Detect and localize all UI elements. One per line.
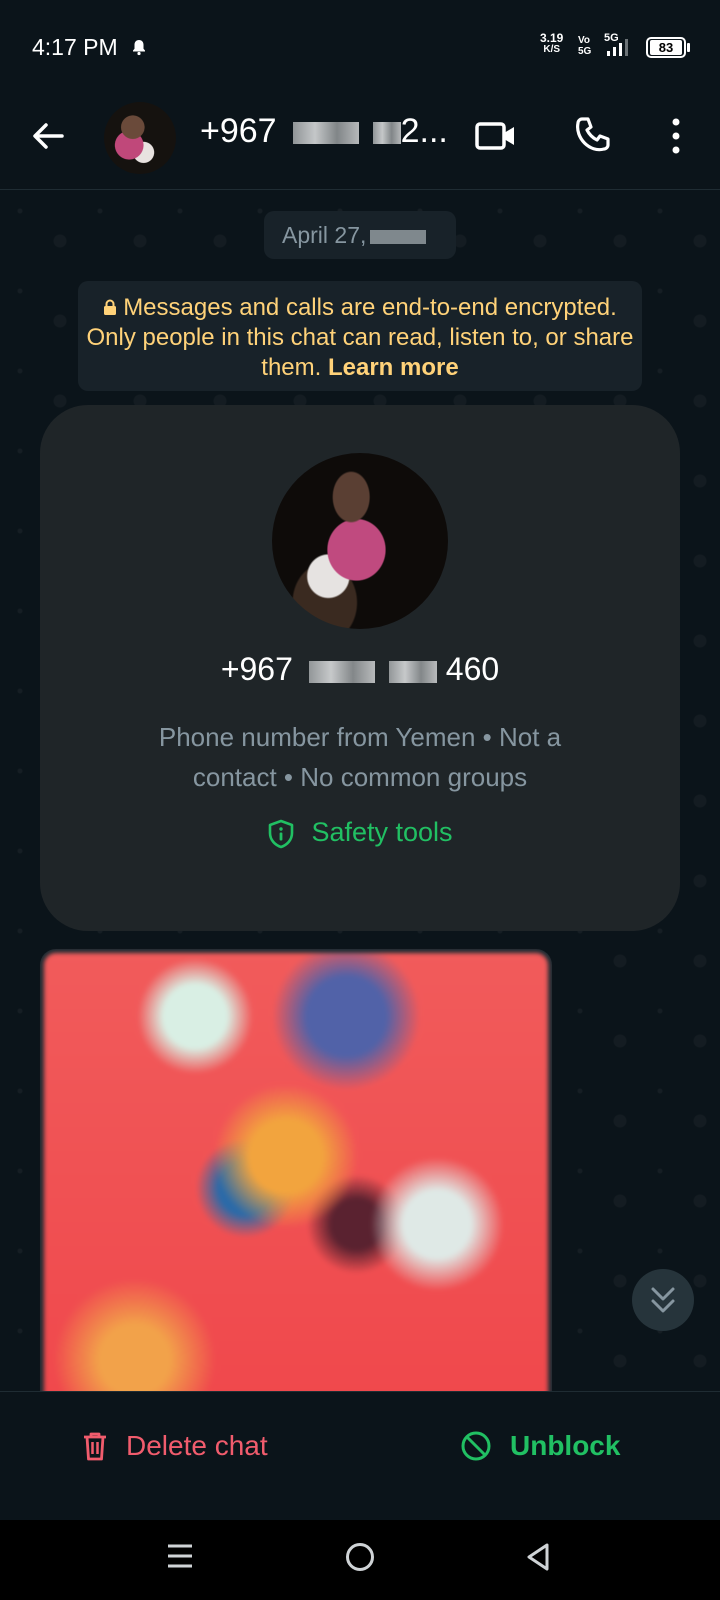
date-divider: April 27, xyxy=(264,211,456,259)
image-message[interactable] xyxy=(40,949,552,1391)
notification-bell-icon xyxy=(133,40,145,56)
redacted-number xyxy=(308,660,375,683)
lock-icon xyxy=(104,299,117,315)
blurred-image[interactable] xyxy=(44,953,548,1391)
double-chevron-down-icon xyxy=(651,1287,675,1313)
contact-title[interactable]: +967 2... xyxy=(200,112,448,151)
more-vert-icon[interactable] xyxy=(664,114,688,158)
volte-indicator: Vo 5G xyxy=(578,35,591,57)
volte-bottom: 5G xyxy=(578,46,592,57)
status-bar: 4:17 PM 3.19 K/S Vo 5G 5G 83 xyxy=(0,0,720,90)
unblock-button[interactable]: Unblock xyxy=(460,1430,620,1462)
nav-back-icon[interactable] xyxy=(525,1542,551,1572)
encryption-notice[interactable]: Messages and calls are end-to-end encryp… xyxy=(78,281,642,391)
video-call-icon[interactable] xyxy=(474,116,518,156)
unblock-label: Unblock xyxy=(510,1430,621,1461)
chat-area[interactable]: April 27, Messages and calls are end-to-… xyxy=(0,191,720,1391)
redacted-number xyxy=(292,122,359,145)
redacted-number xyxy=(372,122,401,145)
contact-number-suffix: 2... xyxy=(400,112,448,150)
redacted-number xyxy=(388,660,437,683)
delete-chat-label: Delete chat xyxy=(126,1430,268,1461)
learn-more-link[interactable]: Learn more xyxy=(328,354,459,381)
contact-number-prefix: +967 xyxy=(200,112,277,150)
delete-chat-button[interactable]: Delete chat xyxy=(82,1430,268,1462)
phone-icon[interactable] xyxy=(572,114,614,156)
profile-photo[interactable] xyxy=(272,453,448,629)
battery-cap xyxy=(687,43,690,52)
profile-number: +967 460 xyxy=(40,651,680,688)
status-time: 4:17 PM xyxy=(32,34,118,60)
safety-tools-button[interactable]: Safety tools xyxy=(40,817,680,849)
back-arrow-icon[interactable] xyxy=(28,116,68,156)
scroll-to-bottom-button[interactable] xyxy=(632,1269,694,1331)
signal-strength-icon xyxy=(607,39,628,56)
system-navigation-bar xyxy=(0,1520,720,1600)
volte-top: Vo xyxy=(578,35,591,46)
battery-level: 83 xyxy=(650,40,682,55)
redacted-year xyxy=(370,229,427,244)
trash-icon xyxy=(84,1432,106,1461)
contact-info-card: +967 460 Phone number from Yemen • Not a… xyxy=(40,405,680,931)
profile-number-suffix: 460 xyxy=(445,651,500,687)
block-icon xyxy=(461,1431,491,1461)
profile-number-prefix: +967 xyxy=(220,651,293,687)
recent-apps-icon[interactable] xyxy=(166,1542,194,1570)
home-icon[interactable] xyxy=(346,1543,374,1571)
network-speed-value: 3.19 xyxy=(540,31,564,45)
network-speed: 3.19 K/S xyxy=(540,32,563,56)
network-speed-unit: K/S xyxy=(543,44,561,55)
date-label: April 27, xyxy=(282,222,367,248)
battery-indicator: 83 xyxy=(646,37,686,58)
profile-info-text: Phone number from Yemen • Not a contact … xyxy=(158,722,562,792)
contact-avatar[interactable] xyxy=(104,102,176,174)
shield-info-icon xyxy=(269,819,294,849)
chat-header: +967 2... xyxy=(0,90,720,190)
blocked-contact-actions: Delete chat Unblock xyxy=(0,1391,720,1520)
safety-tools-label: Safety tools xyxy=(311,817,453,847)
